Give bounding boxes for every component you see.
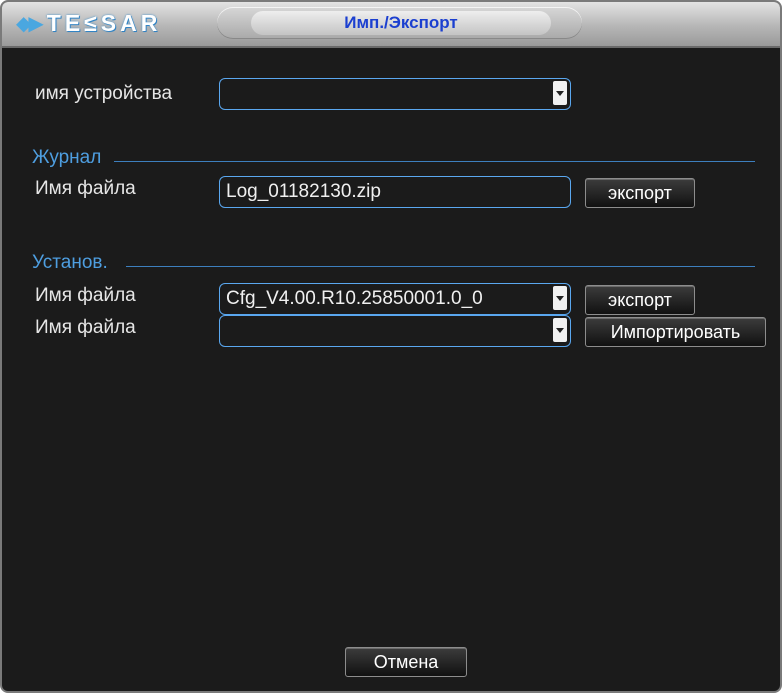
journal-file-label: Имя файла: [35, 178, 136, 199]
settings-export-file-select[interactable]: Cfg_V4.00.R10.25850001.0_0: [219, 283, 571, 315]
journal-section-divider: [114, 161, 755, 162]
journal-file-value: Log_01182130.zip: [226, 181, 381, 202]
device-dropdown-button[interactable]: [553, 81, 567, 105]
title-pill: Имп./Экспорт: [217, 7, 582, 39]
brand-logo: ◆▶ TE≤SAR: [16, 8, 161, 38]
journal-export-button[interactable]: экспорт: [585, 178, 695, 208]
journal-file-field[interactable]: Log_01182130.zip: [219, 176, 571, 208]
settings-section-divider: [126, 266, 755, 267]
settings-section-title: Установ.: [32, 252, 108, 273]
cancel-button[interactable]: Отмена: [345, 647, 467, 677]
device-name-label: имя устройства: [35, 83, 173, 104]
settings-import-file-label: Имя файла: [35, 317, 136, 338]
settings-import-dropdown-button[interactable]: [553, 318, 567, 342]
import-export-dialog: ◆▶ TE≤SAR Имп./Экспорт имя устройства Жу…: [0, 0, 782, 693]
brand-arrows-icon: ◆▶: [16, 12, 44, 35]
settings-export-dropdown-button[interactable]: [553, 286, 567, 310]
window-title: Имп./Экспорт: [251, 11, 551, 35]
device-name-select[interactable]: [219, 78, 571, 110]
chevron-down-icon: [556, 327, 564, 333]
settings-export-file-value: Cfg_V4.00.R10.25850001.0_0: [226, 288, 483, 309]
settings-export-file-label: Имя файла: [35, 285, 136, 306]
settings-import-file-select[interactable]: [219, 315, 571, 347]
brand-name: TE≤SAR: [46, 9, 162, 36]
title-bar: ◆▶ TE≤SAR Имп./Экспорт: [2, 2, 780, 48]
chevron-down-icon: [556, 90, 564, 96]
journal-section-title: Журнал: [32, 147, 102, 168]
chevron-down-icon: [556, 295, 564, 301]
settings-export-button[interactable]: экспорт: [585, 285, 695, 315]
settings-import-button[interactable]: Импортировать: [585, 317, 766, 347]
